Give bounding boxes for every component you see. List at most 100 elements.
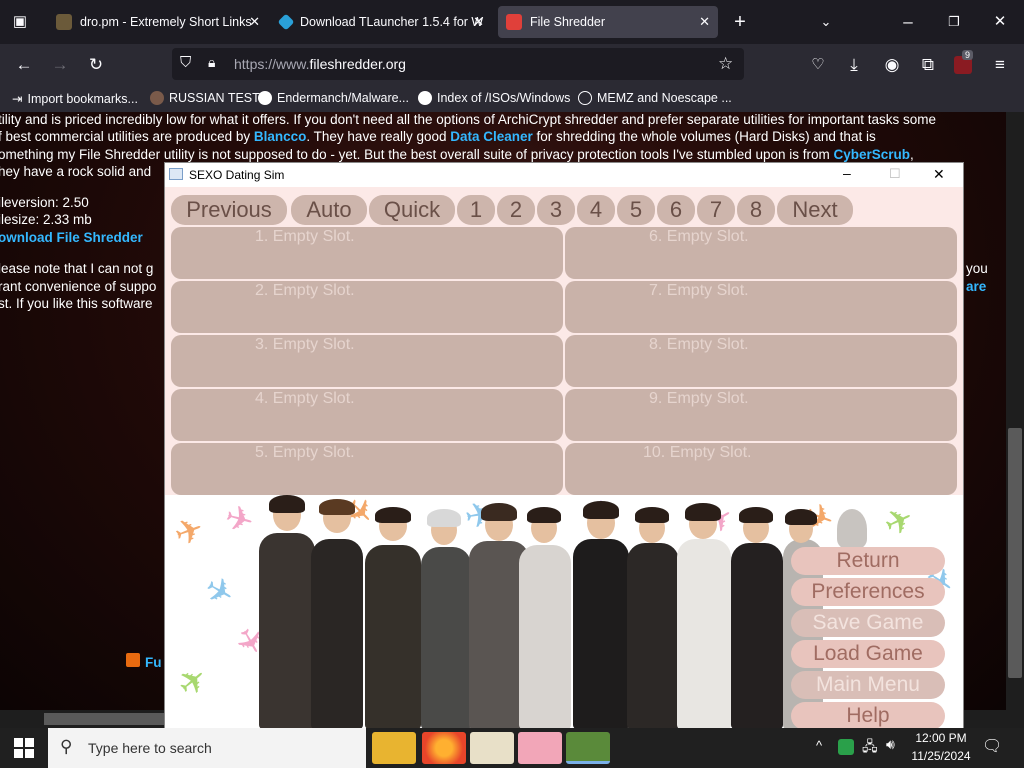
- person-figure: [259, 533, 315, 729]
- tracking-shield-icon[interactable]: ⛉: [180, 54, 191, 71]
- return-button[interactable]: Return: [791, 547, 945, 575]
- save-slot[interactable]: 5. Empty Slot.: [171, 443, 563, 495]
- page-5-button[interactable]: 5: [617, 195, 655, 225]
- google-icon: [418, 91, 432, 105]
- person-figure: [365, 545, 421, 729]
- clock-date[interactable]: 11/25/2024: [906, 749, 976, 763]
- preferences-button[interactable]: Preferences: [791, 578, 945, 606]
- notifications-icon[interactable]: 🗨︎: [982, 736, 1002, 756]
- tab-overview-icon[interactable]: ▣: [6, 1, 34, 43]
- list-tabs-chevron-icon[interactable]: ⌄: [812, 1, 840, 43]
- blancco-link[interactable]: Blancco: [254, 129, 307, 144]
- forward-icon[interactable]: →: [46, 44, 74, 86]
- quick-saves-button[interactable]: Quick: [369, 195, 455, 225]
- app-icon-blocks[interactable]: [470, 732, 514, 764]
- maximize-icon[interactable]: ☐: [889, 166, 901, 182]
- save-slot[interactable]: 7. Empty Slot.: [565, 281, 957, 333]
- dating-sim-icon[interactable]: [518, 732, 562, 764]
- scrollbar-thumb[interactable]: [1008, 428, 1022, 678]
- bookmark-star-icon[interactable]: ☆: [718, 54, 733, 74]
- back-icon[interactable]: ←: [10, 44, 38, 86]
- taskbar-search-box[interactable]: ⚲ Type here to search: [48, 728, 366, 768]
- help-button[interactable]: Help: [791, 702, 945, 729]
- download-link[interactable]: ownload File Shredder: [0, 230, 143, 245]
- bookmark-isos[interactable]: Index of /ISOs/Windows: [418, 91, 570, 105]
- save-slot[interactable]: 6. Empty Slot.: [565, 227, 957, 279]
- bookmark-memz[interactable]: MEMZ and Noescape ...: [578, 91, 732, 105]
- page-note-fragment: you: [966, 261, 988, 276]
- tab-favicon-icon: [506, 14, 522, 30]
- save-game-button[interactable]: Save Game: [791, 609, 945, 637]
- pocket-icon[interactable]: ♡: [804, 44, 832, 86]
- reload-icon[interactable]: ↻: [82, 44, 110, 86]
- auto-saves-button[interactable]: Auto: [291, 195, 367, 225]
- tab-file-shredder[interactable]: File Shredder ✕: [498, 6, 718, 38]
- bookmark-import[interactable]: ⇥ Import bookmarks...: [12, 91, 138, 107]
- app-icon: [169, 168, 183, 180]
- restore-icon[interactable]: ❐: [940, 1, 968, 43]
- next-page-button[interactable]: Next: [777, 195, 853, 225]
- data-cleaner-link[interactable]: Data Cleaner: [450, 129, 533, 144]
- url-text[interactable]: https://www.fileshredder.org: [234, 56, 406, 72]
- save-slot[interactable]: 2. Empty Slot.: [171, 281, 563, 333]
- lock-icon[interactable]: 🔒︎: [208, 54, 215, 71]
- minimize-icon[interactable]: –: [843, 165, 851, 181]
- volume-icon[interactable]: 🔊︎: [886, 736, 895, 753]
- slot-label: 8. Empty Slot.: [649, 336, 749, 353]
- page-2-button[interactable]: 2: [497, 195, 535, 225]
- page-7-button[interactable]: 7: [697, 195, 735, 225]
- cyberscrub-link[interactable]: CyberScrub: [834, 147, 911, 162]
- bookmark-endermanch[interactable]: Endermanch/Malware...: [258, 91, 409, 105]
- person-hair: [739, 507, 773, 523]
- windows-start-icon[interactable]: [14, 738, 34, 758]
- close-tab-icon[interactable]: ✕: [249, 14, 260, 30]
- bookmark-russian-test[interactable]: RUSSIAN TEST: [150, 91, 260, 105]
- facebook-icon[interactable]: [126, 653, 140, 667]
- network-icon[interactable]: 🖧︎: [862, 736, 878, 760]
- load-game-button[interactable]: Load Game: [791, 640, 945, 668]
- account-icon[interactable]: ◉: [878, 44, 906, 86]
- page-3-button[interactable]: 3: [537, 195, 575, 225]
- save-slot[interactable]: 3. Empty Slot.: [171, 335, 563, 387]
- clock-time[interactable]: 12:00 PM: [910, 731, 972, 745]
- person-hair: [427, 509, 461, 527]
- close-window-icon[interactable]: ✕: [986, 1, 1014, 43]
- person-hair: [583, 501, 619, 519]
- downloads-icon[interactable]: ⤓: [840, 44, 868, 86]
- save-slot[interactable]: 10. Empty Slot.: [565, 443, 957, 495]
- person-figure: [311, 539, 363, 729]
- page-4-button[interactable]: 4: [577, 195, 615, 225]
- extensions-icon[interactable]: ⧉: [914, 44, 942, 86]
- tab-tlauncher[interactable]: Download TLauncher 1.5.4 for W ✕: [272, 6, 492, 38]
- main-menu-button[interactable]: Main Menu: [791, 671, 945, 699]
- page-6-button[interactable]: 6: [657, 195, 695, 225]
- minimize-icon[interactable]: –: [894, 1, 922, 43]
- save-slot[interactable]: 4. Empty Slot.: [171, 389, 563, 441]
- menu-icon[interactable]: ≡: [986, 44, 1014, 86]
- new-tab-icon[interactable]: +: [726, 1, 754, 43]
- footer-link[interactable]: Fu: [145, 655, 162, 670]
- file-explorer-icon[interactable]: [372, 732, 416, 764]
- close-tab-icon[interactable]: ✕: [699, 14, 710, 30]
- file-version: ileversion: 2.50: [0, 195, 89, 210]
- firefox-icon[interactable]: [422, 732, 466, 764]
- close-icon[interactable]: ✕: [933, 166, 945, 183]
- minecraft-icon[interactable]: [566, 732, 610, 764]
- page-1-button[interactable]: 1: [457, 195, 495, 225]
- show-hidden-icons-chevron-icon[interactable]: ^: [816, 738, 822, 753]
- save-slot[interactable]: 9. Empty Slot.: [565, 389, 957, 441]
- tab-dro-pm[interactable]: dro.pm - Extremely Short Links ✕: [48, 6, 268, 38]
- page-link-fragment[interactable]: are: [966, 279, 986, 294]
- save-slot[interactable]: 8. Empty Slot.: [565, 335, 957, 387]
- game-window-title: SEXO Dating Sim: [189, 168, 285, 182]
- page-8-button[interactable]: 8: [737, 195, 775, 225]
- horizontal-scrollbar-thumb[interactable]: [44, 713, 164, 725]
- page-paragraph-line: hey have a rock solid and: [0, 164, 152, 179]
- airplane-icon: ✈: [220, 497, 258, 543]
- airplane-icon: ✈: [169, 509, 210, 555]
- previous-page-button[interactable]: Previous: [171, 195, 287, 225]
- close-tab-icon[interactable]: ✕: [473, 14, 484, 30]
- save-slot[interactable]: 1. Empty Slot.: [171, 227, 563, 279]
- tray-app-icon[interactable]: [838, 739, 854, 755]
- game-window-titlebar: SEXO Dating Sim – ☐ ✕: [165, 163, 963, 187]
